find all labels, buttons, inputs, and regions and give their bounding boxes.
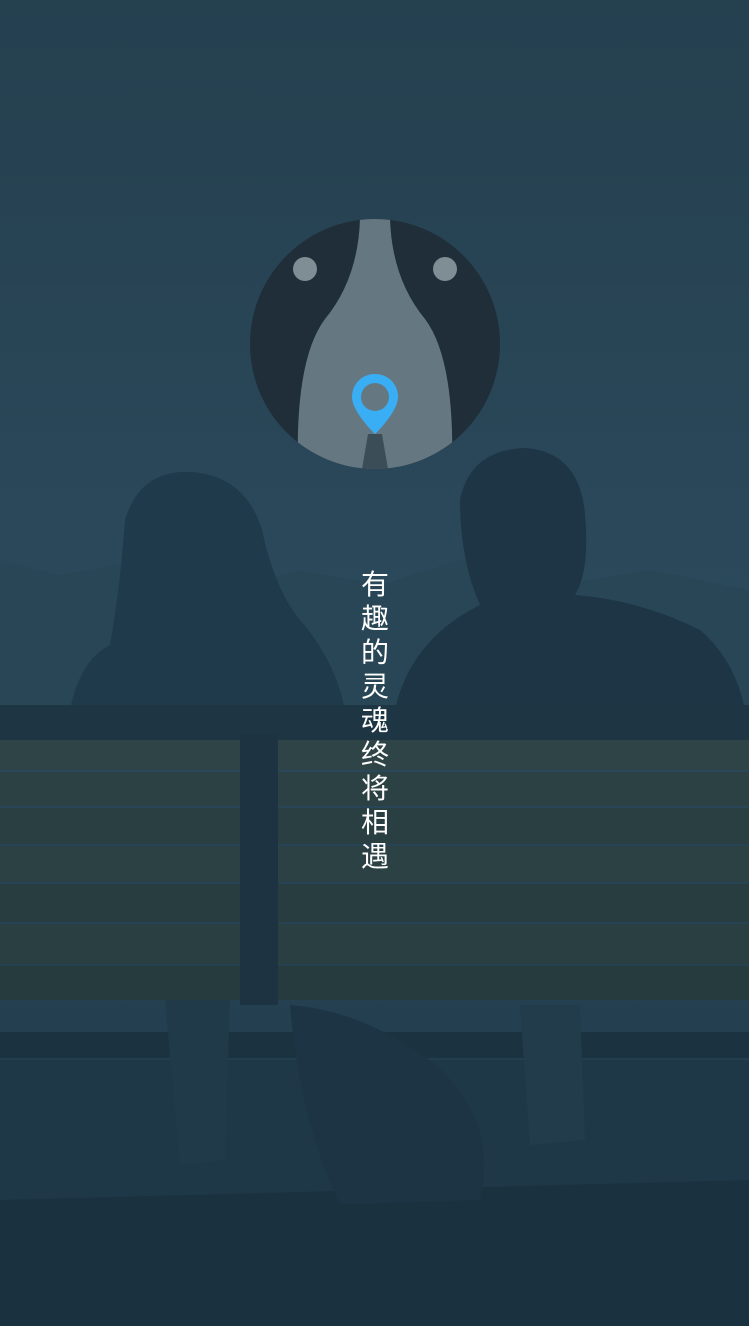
slogan-char: 有 xyxy=(360,568,389,601)
slogan-char: 的 xyxy=(360,636,389,669)
slogan-text: 有趣的灵魂终将相遇 xyxy=(355,568,395,874)
slogan-char: 遇 xyxy=(360,840,389,873)
app-logo-icon xyxy=(250,219,500,469)
slogan-char: 趣 xyxy=(360,602,389,635)
slogan-char: 相 xyxy=(360,806,389,839)
splash-screen: 有趣的灵魂终将相遇 xyxy=(0,0,749,1326)
slogan-char: 终 xyxy=(360,738,389,771)
slogan-char: 将 xyxy=(360,772,389,805)
slogan-char: 魂 xyxy=(360,704,389,737)
slogan-char: 灵 xyxy=(360,670,389,703)
